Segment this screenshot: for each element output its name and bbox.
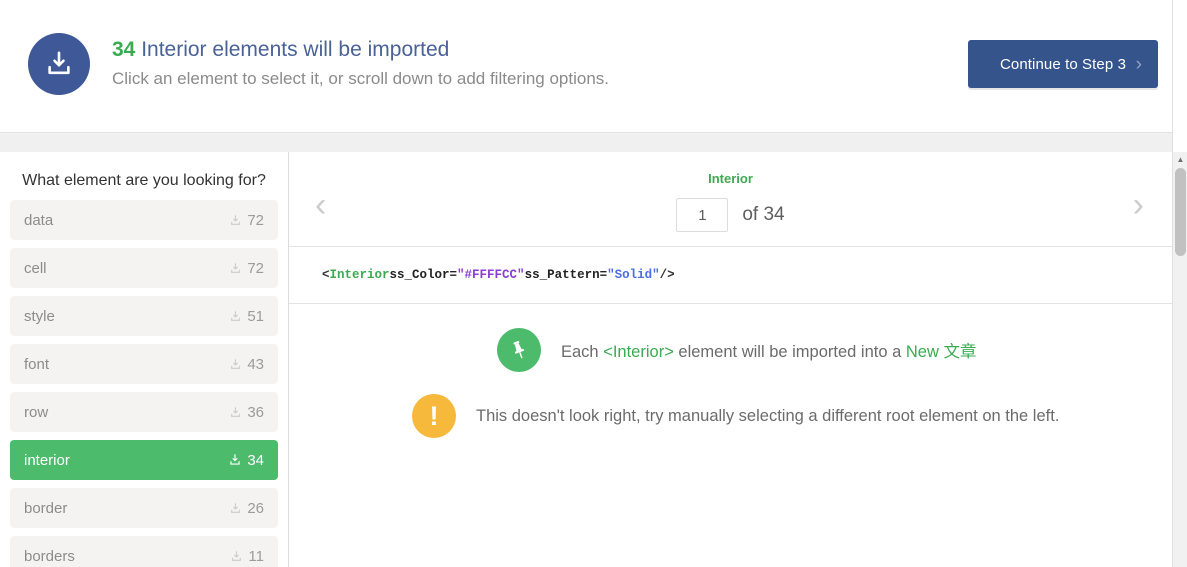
body-area: What element are you looking for? data 7… bbox=[0, 152, 1172, 567]
page-title: 34 Interior elements will be imported bbox=[112, 37, 968, 63]
header-divider-band bbox=[0, 133, 1172, 152]
import-target-pre: Each bbox=[561, 343, 604, 361]
pager-controls: of 34 bbox=[289, 198, 1172, 232]
chevron-right-icon[interactable]: › bbox=[1133, 188, 1144, 222]
sidebar-item-meta: 43 bbox=[229, 356, 264, 373]
scrollbar-thumb[interactable] bbox=[1175, 168, 1186, 256]
page-title-rest: Interior elements will be imported bbox=[135, 38, 450, 61]
pager-element-name: Interior bbox=[708, 171, 753, 186]
sidebar-item-borders[interactable]: borders 11 bbox=[10, 536, 278, 567]
sidebar-item-list: data 72 cell 72 style 51 font 43 row 36 … bbox=[0, 200, 288, 567]
element-pager: Interior ‹ of 34 › bbox=[289, 152, 1172, 247]
continue-to-step-3-button[interactable]: Continue to Step 3 › bbox=[968, 40, 1158, 88]
exclamation-glyph: ! bbox=[429, 400, 439, 431]
sidebar-item-count: 51 bbox=[247, 307, 264, 325]
xml-close-bracket: /> bbox=[659, 268, 675, 282]
xml-tag-name: Interior bbox=[329, 268, 390, 282]
header-text-block: 34 Interior elements will be imported Cl… bbox=[112, 37, 968, 91]
sidebar-item-count: 72 bbox=[247, 211, 264, 229]
download-icon bbox=[229, 310, 242, 323]
download-icon bbox=[228, 453, 242, 467]
sidebar-item-meta: 36 bbox=[229, 404, 264, 421]
warning-text: This doesn't look right, try manually se… bbox=[476, 406, 1060, 425]
header-content: 34 Interior elements will be imported Cl… bbox=[28, 28, 1158, 100]
sidebar-item-label: borders bbox=[24, 547, 75, 565]
sidebar-item-meta: 11 bbox=[230, 548, 264, 565]
xml-attr-pattern-value: "Solid" bbox=[607, 268, 660, 282]
sidebar-item-label: style bbox=[24, 307, 55, 325]
sidebar-item-interior[interactable]: interior 34 bbox=[10, 440, 278, 480]
import-target-mid: element will be imported into a bbox=[673, 343, 906, 361]
page-header: 34 Interior elements will be imported Cl… bbox=[0, 0, 1172, 133]
sidebar-item-border[interactable]: border 26 bbox=[10, 488, 278, 528]
sidebar-item-meta: 26 bbox=[229, 500, 264, 517]
sidebar-item-meta: 51 bbox=[229, 308, 264, 325]
sidebar-item-count: 11 bbox=[248, 547, 264, 565]
xml-open-bracket: < bbox=[322, 268, 330, 282]
element-xml-snippet: < Interior ss_Color= "#FFFFCC" ss_Pattern=… bbox=[289, 247, 1172, 304]
sidebar-item-label: cell bbox=[24, 259, 47, 277]
element-count: 34 bbox=[112, 38, 136, 61]
sidebar-item-row[interactable]: row 36 bbox=[10, 392, 278, 432]
xml-attr-pattern: ss_Pattern= bbox=[524, 268, 608, 282]
sidebar-item-label: data bbox=[24, 211, 54, 229]
download-icon bbox=[229, 214, 242, 227]
continue-button-label: Continue to Step 3 bbox=[999, 55, 1127, 73]
xml-attr-color: ss_Color= bbox=[389, 268, 458, 282]
sidebar-item-count: 36 bbox=[247, 403, 264, 421]
sidebar-item-label: interior bbox=[24, 451, 70, 469]
exclamation-icon: ! bbox=[412, 394, 456, 438]
xml-attr-color-value: "#FFFFCC" bbox=[457, 268, 525, 282]
download-icon bbox=[229, 502, 242, 515]
sidebar-item-count: 72 bbox=[247, 259, 264, 277]
download-icon bbox=[229, 358, 242, 371]
download-icon bbox=[229, 406, 242, 419]
import-target-element: <Interior> bbox=[603, 343, 674, 361]
scrollbar-track-top bbox=[1173, 0, 1187, 152]
sidebar-item-label: row bbox=[24, 403, 49, 421]
sidebar-item-meta: 72 bbox=[229, 212, 264, 229]
sidebar-item-meta: 72 bbox=[229, 260, 264, 277]
sidebar-item-data[interactable]: data 72 bbox=[10, 200, 278, 240]
sidebar-item-count: 34 bbox=[247, 451, 264, 469]
chevron-right-icon: › bbox=[1135, 53, 1142, 75]
import-download-icon bbox=[28, 33, 90, 95]
element-preview-panel: Interior ‹ of 34 › <Interior ss_Color="#… bbox=[289, 152, 1172, 567]
messages-block: Each <Interior> element will be imported… bbox=[289, 304, 1172, 438]
warning-message: ! This doesn't look right, try manually … bbox=[289, 394, 1172, 438]
sidebar-title: What element are you looking for? bbox=[22, 172, 266, 189]
page-scrollbar[interactable]: ▲ bbox=[1172, 0, 1187, 567]
sidebar-item-label: border bbox=[24, 499, 68, 517]
page-number-input[interactable] bbox=[676, 198, 729, 232]
import-target-text: Each <Interior> element will be imported… bbox=[561, 338, 976, 362]
download-icon bbox=[229, 262, 242, 275]
download-icon bbox=[230, 550, 243, 563]
sidebar-item-meta: 34 bbox=[228, 452, 264, 469]
import-target-destination: New 文章 bbox=[905, 343, 977, 361]
page-subtitle: Click an element to select it, or scroll… bbox=[112, 69, 610, 88]
scrollbar-up-arrow-icon[interactable]: ▲ bbox=[1173, 152, 1187, 167]
sidebar-item-style[interactable]: style 51 bbox=[10, 296, 278, 336]
sidebar-item-count: 26 bbox=[247, 499, 264, 517]
sidebar-item-font[interactable]: font 43 bbox=[10, 344, 278, 384]
import-target-message: Each <Interior> element will be imported… bbox=[289, 328, 1172, 372]
page-total-label: of 34 bbox=[742, 204, 785, 225]
sidebar-item-cell[interactable]: cell 72 bbox=[10, 248, 278, 288]
sidebar-item-count: 43 bbox=[247, 355, 264, 373]
pushpin-icon bbox=[497, 328, 541, 372]
sidebar-item-label: font bbox=[24, 355, 50, 373]
element-sidebar: What element are you looking for? data 7… bbox=[0, 152, 289, 567]
